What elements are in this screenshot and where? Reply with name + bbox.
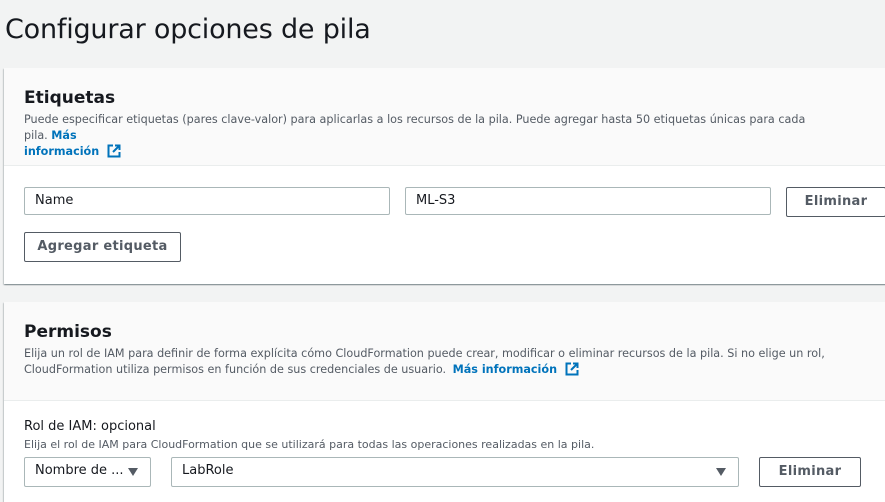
tags-panel: Etiquetas Puede especificar etiquetas (p… bbox=[4, 68, 885, 284]
remove-role-button[interactable]: Eliminar bbox=[759, 457, 861, 487]
tag-key-input[interactable]: Name bbox=[24, 187, 390, 215]
tags-more-info-link[interactable]: información bbox=[24, 145, 99, 158]
permissions-panel-header: Permisos Elija un rol de IAM para defini… bbox=[4, 302, 885, 401]
add-tag-button[interactable]: Agregar etiqueta bbox=[24, 232, 181, 262]
tags-panel-header: Etiquetas Puede especificar etiquetas (p… bbox=[4, 68, 885, 166]
permissions-description-line2: CloudFormation utiliza permisos en funci… bbox=[24, 363, 447, 376]
caret-down-icon bbox=[128, 468, 138, 476]
external-link-icon[interactable] bbox=[107, 144, 121, 163]
tags-title: Etiquetas bbox=[24, 88, 116, 108]
permissions-more-info-link[interactable]: Más información bbox=[453, 363, 557, 376]
tags-description-text: Puede especificar etiquetas (pares clave… bbox=[24, 113, 806, 142]
iam-role-select[interactable]: LabRole bbox=[171, 457, 739, 487]
iam-role-selected: LabRole bbox=[182, 463, 234, 478]
iam-role-label: Rol de IAM: opcional bbox=[24, 419, 156, 434]
tag-value-input[interactable]: ML-S3 bbox=[405, 187, 771, 215]
permissions-description: Elija un rol de IAM para definir de form… bbox=[24, 346, 844, 381]
external-link-icon[interactable] bbox=[565, 362, 579, 381]
iam-role-hint: Elija el rol de IAM para CloudFormation … bbox=[24, 438, 595, 451]
permissions-description-line1: Elija un rol de IAM para definir de form… bbox=[24, 347, 825, 360]
permissions-title: Permisos bbox=[24, 322, 112, 342]
page-title: Configurar opciones de pila bbox=[5, 14, 371, 45]
tags-description: Puede especificar etiquetas (pares clave… bbox=[24, 112, 824, 163]
caret-down-icon bbox=[716, 468, 726, 476]
tags-more-info-link-part1[interactable]: Más bbox=[51, 129, 76, 142]
role-type-select[interactable]: Nombre de ... bbox=[24, 457, 151, 487]
permissions-panel: Permisos Elija un rol de IAM para defini… bbox=[4, 302, 885, 502]
role-type-selected: Nombre de ... bbox=[35, 463, 124, 478]
remove-tag-button[interactable]: Eliminar bbox=[786, 187, 885, 217]
